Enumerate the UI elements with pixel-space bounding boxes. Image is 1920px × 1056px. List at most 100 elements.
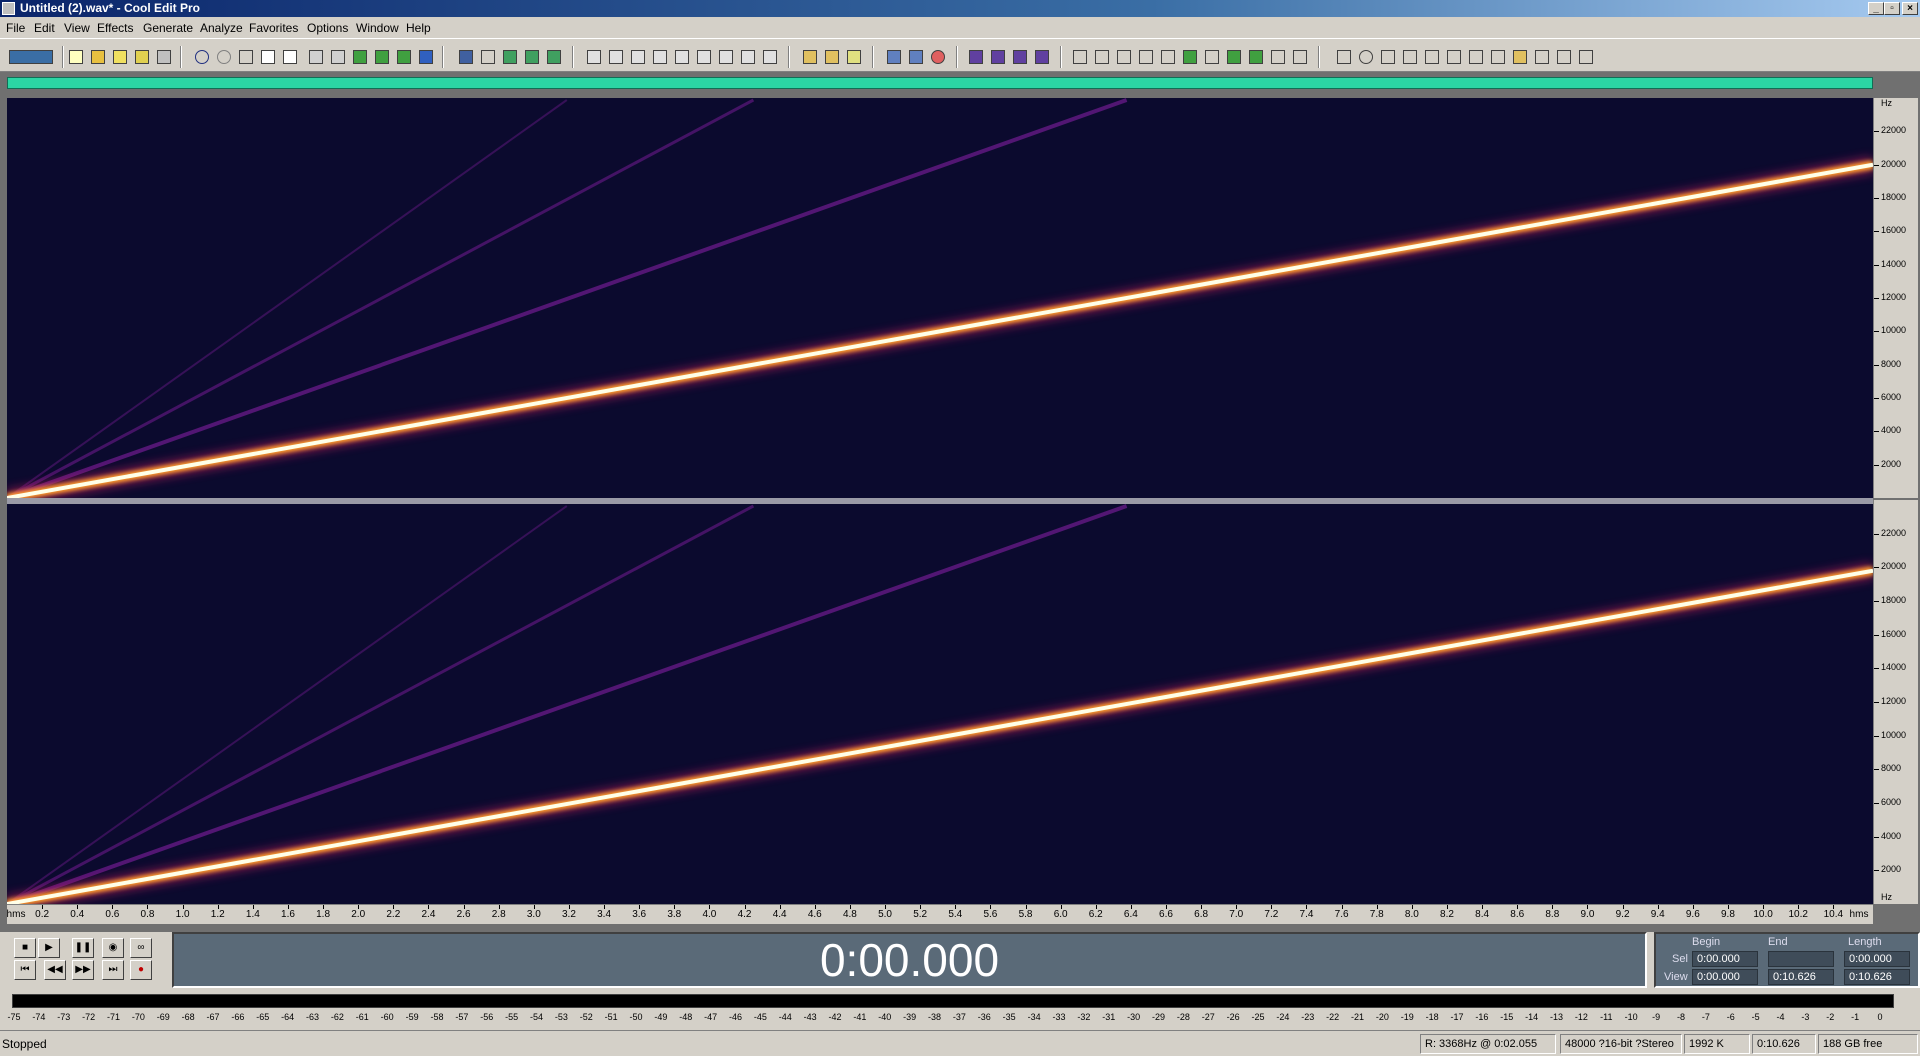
rewind-button[interactable]: ◀◀ (44, 960, 66, 980)
zoom-out-icon[interactable] (628, 47, 648, 67)
graphic-eq-icon[interactable] (1224, 47, 1244, 67)
fade-icon[interactable] (1032, 47, 1052, 67)
frequency-analysis-icon[interactable] (1334, 47, 1354, 67)
menu-effects[interactable]: Effects (97, 21, 133, 35)
envelope-icon[interactable] (988, 47, 1008, 67)
play-from-cursor-button[interactable]: ◉ (102, 938, 124, 958)
menu-generate[interactable]: Generate (143, 21, 193, 35)
sel-end-field[interactable] (1768, 951, 1834, 967)
play-selection-icon[interactable] (650, 47, 670, 67)
undo-icon[interactable] (192, 47, 212, 67)
close-button[interactable]: × (1902, 2, 1918, 15)
scripts-icon[interactable] (800, 47, 820, 67)
multitrack-toggle-button[interactable] (6, 47, 56, 67)
magnify-icon[interactable] (672, 47, 692, 67)
zoom-in-icon[interactable] (606, 47, 626, 67)
repeat-icon[interactable] (236, 47, 256, 67)
noise-icon[interactable] (1554, 47, 1574, 67)
overview-bar[interactable] (7, 77, 1873, 89)
chorus-icon[interactable] (1444, 47, 1464, 67)
convert-icon[interactable] (416, 47, 436, 67)
sweep-icon[interactable] (1488, 47, 1508, 67)
tones-icon[interactable] (1510, 47, 1530, 67)
grid-view-icon[interactable] (500, 47, 520, 67)
info-icon[interactable] (738, 47, 758, 67)
sel-length-field[interactable]: 0:00.000 (1844, 951, 1910, 967)
pitch-icon[interactable] (1290, 47, 1310, 67)
save-file-icon[interactable] (110, 47, 130, 67)
menu-window[interactable]: Window (356, 21, 399, 35)
menu-favorites[interactable]: Favorites (249, 21, 298, 35)
level-meter-bar[interactable] (12, 994, 1894, 1008)
paste-new-icon[interactable] (350, 47, 370, 67)
view-end-field[interactable]: 0:10.626 (1768, 969, 1834, 985)
normalize-icon[interactable] (1010, 47, 1030, 67)
fast-forward-button[interactable]: ▶▶ (72, 960, 94, 980)
delay-icon[interactable] (1202, 47, 1222, 67)
menu-analyze[interactable]: Analyze (200, 21, 243, 35)
distortion-icon[interactable] (1466, 47, 1486, 67)
reverse-icon[interactable] (1092, 47, 1112, 67)
cd-player-icon[interactable] (928, 47, 948, 67)
view-length-field[interactable]: 0:10.626 (1844, 969, 1910, 985)
new-file-icon[interactable] (66, 47, 86, 67)
reverb-icon[interactable] (1378, 47, 1398, 67)
mix-paste-icon[interactable] (372, 47, 392, 67)
waveform-view-icon[interactable] (478, 47, 498, 67)
noise-reduction-icon[interactable] (1180, 47, 1200, 67)
minimize-button[interactable]: _ (1868, 2, 1884, 15)
zoom-full-icon[interactable] (584, 47, 604, 67)
paste-icon[interactable] (280, 47, 300, 67)
display-icon[interactable] (760, 47, 780, 67)
counter-icon[interactable] (694, 47, 714, 67)
invert-icon[interactable] (1136, 47, 1156, 67)
spectral-settings-icon[interactable] (884, 47, 904, 67)
dynamics-icon[interactable] (1246, 47, 1266, 67)
redo-icon[interactable] (214, 47, 234, 67)
play-button[interactable]: ▶ (38, 938, 60, 958)
help-icon[interactable] (844, 47, 864, 67)
pan-icon[interactable] (1268, 47, 1288, 67)
cut-icon[interactable] (306, 47, 326, 67)
clipboard-icon[interactable] (394, 47, 414, 67)
close-file-icon[interactable] (154, 47, 174, 67)
cue-list-icon[interactable] (544, 47, 564, 67)
free-space-readout: 188 GB free (1818, 1034, 1918, 1054)
silence-icon[interactable] (1114, 47, 1134, 67)
view-begin-field[interactable]: 0:00.000 (1692, 969, 1758, 985)
dtmf-icon[interactable] (1532, 47, 1552, 67)
markers-view-icon[interactable] (522, 47, 542, 67)
menu-edit[interactable]: Edit (34, 21, 55, 35)
pause-button[interactable]: ❚❚ (72, 938, 94, 958)
go-to-end-button[interactable]: ⏭ (102, 960, 124, 980)
time-format-icon[interactable] (716, 47, 736, 67)
sel-begin-field[interactable]: 0:00.000 (1692, 951, 1758, 967)
echo-icon[interactable] (1400, 47, 1420, 67)
flanger-icon[interactable] (1422, 47, 1442, 67)
menu-options[interactable]: Options (307, 21, 348, 35)
save-as-icon[interactable] (132, 47, 152, 67)
spectrogram-view[interactable] (7, 98, 1873, 904)
math-icon[interactable] (1576, 47, 1596, 67)
menu-help[interactable]: Help (406, 21, 431, 35)
stretch-icon[interactable] (1158, 47, 1178, 67)
filter-icon[interactable] (1070, 47, 1090, 67)
loop-button[interactable]: ∞ (130, 938, 152, 958)
menu-view[interactable]: View (64, 21, 90, 35)
restore-button[interactable]: ▫ (1884, 2, 1900, 15)
menu-file[interactable]: File (6, 21, 25, 35)
db-scale-label: -29 (1151, 1012, 1165, 1022)
trim-icon[interactable] (328, 47, 348, 67)
scan-icon[interactable] (906, 47, 926, 67)
db-scale-label: -50 (629, 1012, 643, 1022)
app-icon[interactable] (2, 2, 15, 15)
record-button[interactable]: ● (130, 960, 152, 980)
copy-icon[interactable] (258, 47, 278, 67)
spectral-view-icon[interactable] (456, 47, 476, 67)
presets-icon[interactable] (822, 47, 842, 67)
stop-button[interactable]: ■ (14, 938, 36, 958)
amplify-icon[interactable] (966, 47, 986, 67)
go-to-start-button[interactable]: ⏮ (14, 960, 36, 980)
open-file-icon[interactable] (88, 47, 108, 67)
brainwave-icon[interactable] (1356, 47, 1376, 67)
